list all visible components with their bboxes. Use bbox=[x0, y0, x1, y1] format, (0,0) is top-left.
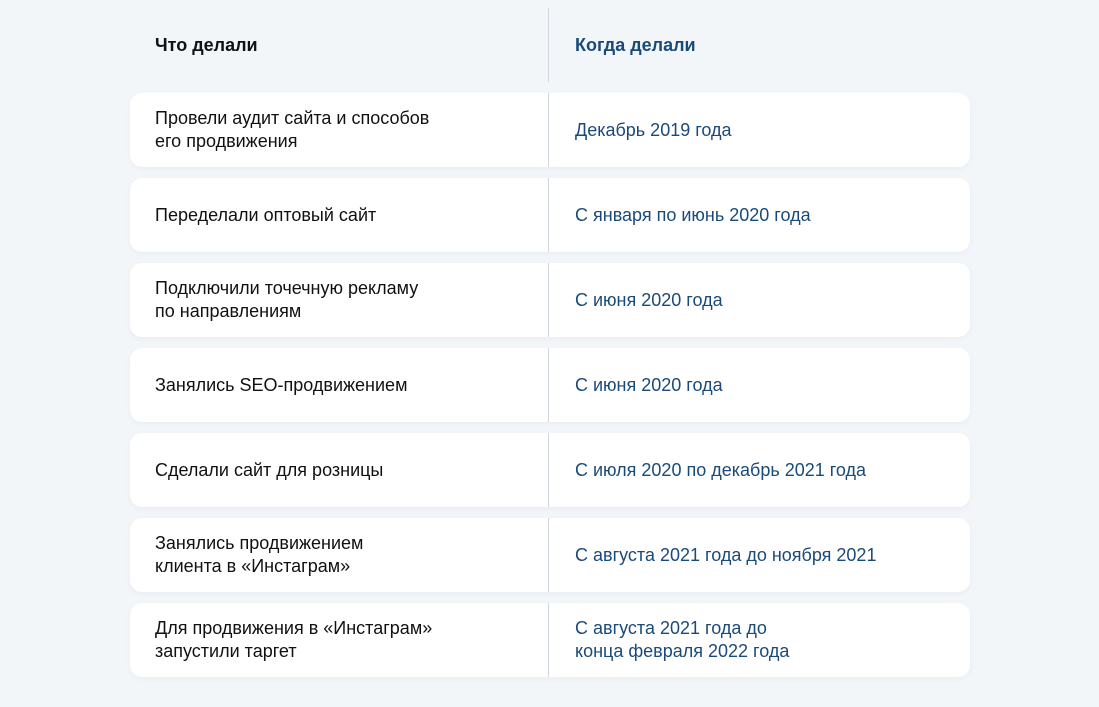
row-what: Сделали сайт для розницы bbox=[155, 459, 384, 480]
row-what: Подключили точечную рекламу по направлен… bbox=[155, 278, 419, 321]
row-when: С июня 2020 года bbox=[575, 374, 723, 395]
row-when: С июля 2020 по декабрь 2021 года bbox=[575, 459, 867, 480]
table-row: Сделали сайт для розницы С июля 2020 по … bbox=[130, 433, 970, 507]
column-divider bbox=[548, 263, 549, 337]
row-what: Для продвижения в «Инстаграм» запустили … bbox=[155, 618, 433, 661]
column-divider bbox=[548, 178, 549, 252]
table-row: Занялись продвижением клиента в «Инстагр… bbox=[130, 518, 970, 592]
table-header: Что делали Когда делали bbox=[130, 8, 970, 82]
row-what: Занялись SEO-продвижением bbox=[155, 374, 408, 395]
column-divider bbox=[548, 518, 549, 592]
table-row: Занялись SEO-продвижением С июня 2020 го… bbox=[130, 348, 970, 422]
row-when: С августа 2021 года до конца февраля 202… bbox=[575, 618, 790, 661]
timeline-table: Что делали Когда делали Провели аудит са… bbox=[130, 8, 970, 688]
table-body: Провели аудит сайта и способов его продв… bbox=[130, 93, 970, 677]
column-divider bbox=[548, 348, 549, 422]
column-divider bbox=[548, 8, 549, 82]
column-divider bbox=[548, 93, 549, 167]
row-what: Переделали оптовый сайт bbox=[155, 204, 377, 225]
row-when: С июня 2020 года bbox=[575, 289, 723, 310]
table-row: Для продвижения в «Инстаграм» запустили … bbox=[130, 603, 970, 677]
table-row: Подключили точечную рекламу по направлен… bbox=[130, 263, 970, 337]
row-when: С августа 2021 года до ноября 2021 bbox=[575, 544, 877, 565]
row-when: С января по июнь 2020 года bbox=[575, 204, 811, 225]
row-when: Декабрь 2019 года bbox=[575, 119, 732, 140]
row-what: Провели аудит сайта и способов его продв… bbox=[155, 108, 430, 151]
table-row: Переделали оптовый сайт С января по июнь… bbox=[130, 178, 970, 252]
header-when: Когда делали bbox=[575, 34, 696, 55]
header-what: Что делали bbox=[155, 34, 258, 55]
column-divider bbox=[548, 433, 549, 507]
column-divider bbox=[548, 603, 549, 677]
row-what: Занялись продвижением клиента в «Инстагр… bbox=[155, 533, 364, 576]
table-row: Провели аудит сайта и способов его продв… bbox=[130, 93, 970, 167]
